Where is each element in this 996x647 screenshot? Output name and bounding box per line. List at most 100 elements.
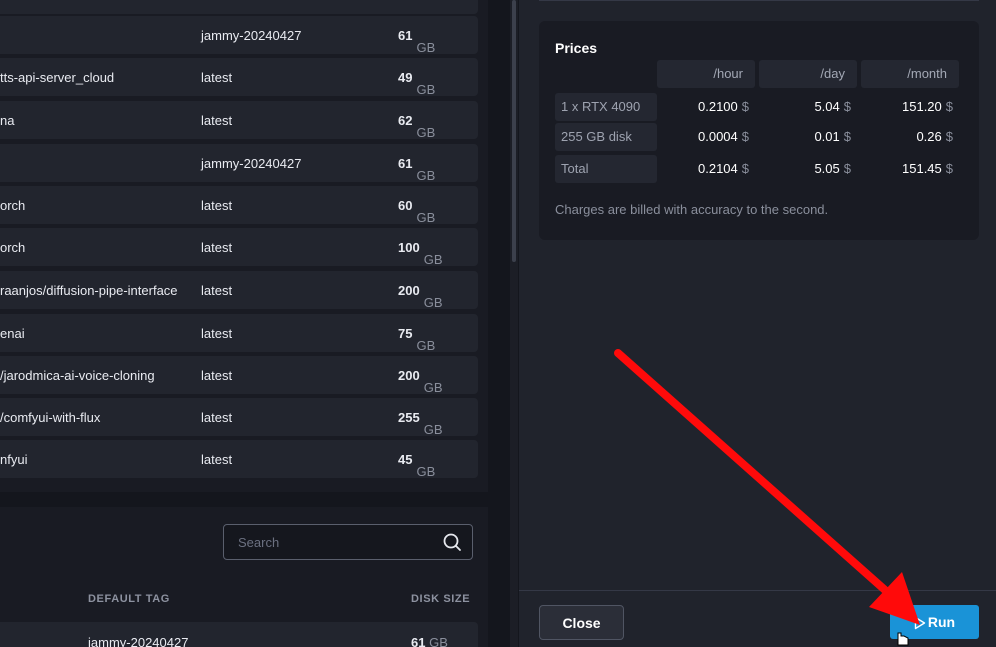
image-size-unit: GB (416, 40, 436, 55)
price-row-label: 255 GB disk (555, 123, 657, 151)
image-size-value: 61 (398, 156, 413, 171)
currency: $ (741, 99, 749, 114)
image-size-value: 100 (398, 240, 420, 255)
run-button[interactable]: Run (890, 605, 979, 639)
image-size-value: 49 (398, 70, 413, 85)
currency: $ (945, 99, 953, 114)
image-name: enai (0, 326, 25, 341)
image-row[interactable]: enai latest 75 GB (0, 314, 478, 353)
image-name: na (0, 113, 15, 128)
image-size-unit: GB (423, 380, 443, 395)
price-month-value: 151.45 (902, 161, 942, 176)
image-name: tts-api-server_cloud (0, 70, 115, 85)
image-size: 49 GB (398, 70, 435, 97)
price-hour-value: 0.2104 (698, 161, 738, 176)
scrollbar-thumb[interactable] (512, 0, 516, 262)
prices-col-hour: /hour (657, 60, 755, 88)
image-name: nfyui (0, 452, 28, 467)
column-header-default-tag[interactable]: DEFAULT TAG (88, 593, 170, 605)
image-tag: latest (201, 452, 233, 467)
image-tag: latest (201, 113, 233, 128)
image-size: 255 GB (398, 410, 443, 437)
price-month: 151.20 $ (861, 93, 953, 121)
image-row[interactable]: /jarodmica-ai-voice-cloning latest 200 GB (0, 356, 478, 395)
column-header-disk-size[interactable]: DISK SIZE (411, 593, 470, 605)
image-size-value: 200 (398, 283, 420, 298)
search-input[interactable] (238, 533, 428, 551)
image-size-value: 61 (398, 28, 413, 43)
image-row[interactable]: tts-api-server_cloud latest 49 GB (0, 58, 478, 97)
partial-row (0, 0, 478, 14)
image-size-unit: GB (423, 252, 443, 267)
row-tag: jammy-20240427 (88, 635, 189, 647)
image-size: 200 GB (398, 368, 443, 395)
divider (539, 0, 979, 1)
image-size-unit: GB (416, 82, 436, 97)
price-day: 5.04 $ (759, 93, 851, 121)
image-size-value: 60 (398, 198, 413, 213)
close-button[interactable]: Close (539, 605, 624, 640)
billing-note: Charges are billed with accuracy to the … (555, 202, 829, 217)
image-tag: latest (201, 283, 233, 298)
currency: $ (945, 129, 953, 144)
image-search-panel: DEFAULT TAG DISK SIZE jammy-20240427 61 … (0, 507, 488, 647)
price-row-label: 1 x RTX 4090 (555, 93, 657, 121)
image-tag: latest (201, 326, 233, 341)
image-row[interactable]: orch latest 100 GB (0, 228, 478, 267)
price-hour: 0.2100 $ (657, 93, 749, 121)
image-list-panel: jammy-20240427 61 GB tts-api-server_cloud la… (0, 0, 488, 492)
image-size-value: 255 (398, 410, 420, 425)
image-row[interactable]: raanjos/diffusion-pipe-interface latest 20… (0, 271, 478, 310)
search-icon[interactable] (442, 532, 462, 552)
price-hour: 0.0004 $ (657, 123, 749, 151)
search-box[interactable] (223, 524, 473, 560)
table-row[interactable]: jammy-20240427 61 GB (0, 622, 478, 647)
image-row[interactable]: /comfyui-with-flux latest 255 GB (0, 398, 478, 437)
image-name: orch (0, 240, 26, 255)
price-day-value: 5.05 (814, 161, 840, 176)
currency: $ (843, 99, 851, 114)
screen: jammy-20240427 61 GB tts-api-server_cloud la… (0, 0, 996, 647)
price-hour: 0.2104 $ (657, 155, 749, 183)
price-month: 151.45 $ (861, 155, 953, 183)
image-row[interactable]: orch latest 60 GB (0, 186, 478, 225)
image-tag: latest (201, 240, 233, 255)
currency: $ (843, 129, 851, 144)
image-tag: latest (201, 368, 233, 383)
price-hour-value: 0.0004 (698, 129, 738, 144)
image-size-unit: GB (416, 464, 436, 479)
image-row[interactable]: jammy-20240427 61 GB (0, 144, 478, 183)
currency: $ (741, 161, 749, 176)
prices-card: Prices /hour /day /month 1 x RTX 4090 0.2… (539, 21, 979, 240)
image-row[interactable]: jammy-20240427 61 GB (0, 16, 478, 55)
image-tag: jammy-20240427 (201, 28, 302, 43)
image-row[interactable]: nfyui latest 45 GB (0, 440, 478, 479)
deploy-modal: Prices /hour /day /month 1 x RTX 4090 0.2… (519, 0, 996, 647)
image-tag: latest (201, 198, 233, 213)
image-size-unit: GB (416, 168, 436, 183)
image-size-value: 200 (398, 368, 420, 383)
prices-col-day: /day (759, 60, 857, 88)
image-size-unit: GB (416, 210, 436, 225)
row-size-value: 61 (411, 635, 426, 647)
price-hour-value: 0.2100 (698, 99, 738, 114)
image-size: 200 GB (398, 283, 443, 310)
price-month: 0.26 $ (861, 123, 953, 151)
image-size-unit: GB (416, 338, 436, 353)
image-name: raanjos/diffusion-pipe-interface (0, 283, 178, 298)
row-size: 61 GB (411, 635, 448, 647)
price-month-value: 151.20 (902, 99, 942, 114)
prices-title: Prices (555, 40, 598, 56)
footer-divider (519, 590, 996, 591)
image-size: 61 GB (398, 28, 435, 55)
price-day: 0.01 $ (759, 123, 851, 151)
image-row[interactable]: na latest 62 GB (0, 101, 478, 140)
price-day-value: 5.04 (814, 99, 840, 114)
image-size-value: 75 (398, 326, 413, 341)
image-size-unit: GB (416, 125, 436, 140)
image-size: 61 GB (398, 156, 435, 183)
currency: $ (945, 161, 953, 176)
price-month-value: 0.26 (916, 129, 942, 144)
image-size: 45 GB (398, 452, 435, 479)
currency: $ (741, 129, 749, 144)
